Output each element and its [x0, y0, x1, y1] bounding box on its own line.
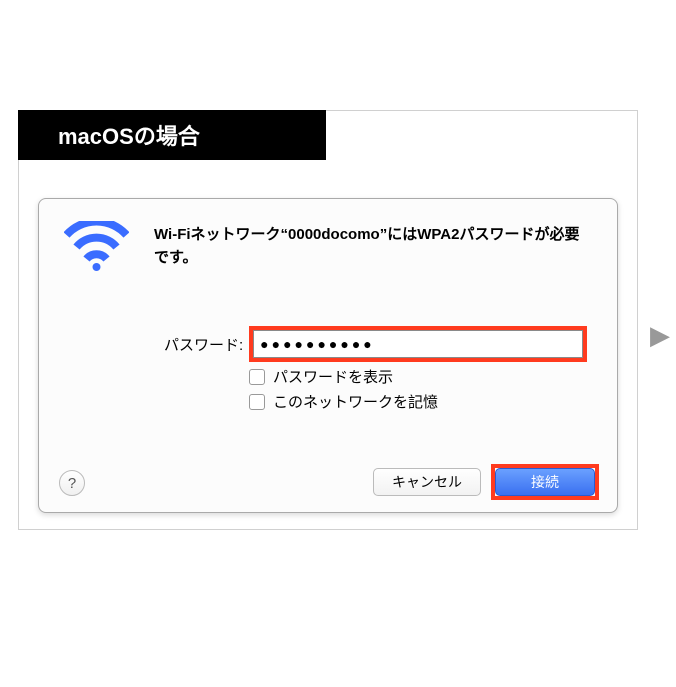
password-input-highlight — [249, 326, 587, 362]
wifi-password-dialog: Wi-Fiネットワーク“0000docomo”にはWPA2パスワードが必要です。… — [38, 198, 618, 513]
help-button[interactable]: ? — [59, 470, 85, 496]
show-password-checkbox[interactable] — [249, 369, 265, 385]
section-title: macOSの場合 — [58, 119, 200, 151]
remember-network-checkbox[interactable] — [249, 394, 265, 410]
password-input[interactable] — [253, 330, 583, 358]
cancel-button[interactable]: キャンセル — [373, 468, 481, 496]
remember-network-row[interactable]: このネットワークを記憶 — [249, 391, 438, 412]
section-title-banner: macOSの場合 — [18, 110, 326, 160]
connect-button[interactable]: 接続 — [495, 468, 595, 496]
password-row: パスワード: — [164, 326, 587, 362]
show-password-row[interactable]: パスワードを表示 — [249, 366, 393, 387]
dialog-button-row: キャンセル 接続 — [373, 464, 599, 500]
next-step-arrow-icon: ▶ — [650, 320, 670, 351]
dialog-message: Wi-Fiネットワーク“0000docomo”にはWPA2パスワードが必要です。 — [154, 224, 594, 269]
connect-button-highlight: 接続 — [491, 464, 599, 500]
remember-network-label: このネットワークを記憶 — [273, 391, 438, 412]
show-password-label: パスワードを表示 — [273, 366, 393, 387]
password-label: パスワード: — [164, 334, 243, 355]
wifi-icon — [64, 221, 129, 271]
help-icon: ? — [68, 475, 76, 492]
